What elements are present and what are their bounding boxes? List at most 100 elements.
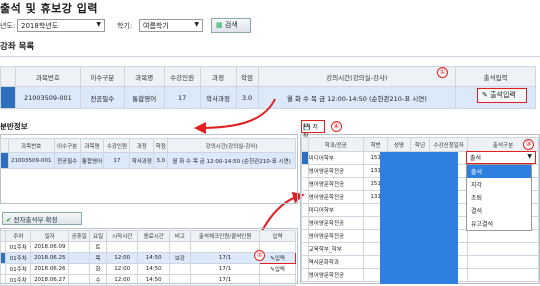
student-department: 교육학부_학부 — [307, 242, 365, 256]
attendance-status-select[interactable]: 출석 ▼ — [466, 151, 536, 164]
masked-student-info — [380, 152, 458, 284]
class-program: 학사과정 — [129, 152, 155, 169]
student-department: 영어영문학전공 — [307, 177, 365, 191]
session-day: 화 — [89, 263, 107, 275]
student-department: 영어영문학전공 — [307, 229, 365, 243]
attendance-status-cell[interactable] — [467, 229, 539, 243]
col-header: 강의시간(강의실-강사) — [167, 138, 296, 153]
session-date: 2018.06.26 — [30, 263, 70, 275]
row-selector[interactable] — [301, 242, 309, 256]
attendance-status-cell[interactable] — [467, 268, 539, 282]
attendance-status-cell[interactable] — [467, 242, 539, 256]
col-header: 주차 — [5, 230, 32, 242]
row-selector[interactable] — [301, 151, 309, 165]
row-selector[interactable] — [301, 164, 309, 178]
table-row[interactable]: 01주차 2018.06.25 목 12:00 14:50 보강 17/1 ✎입력 — [0, 252, 296, 264]
confirm-attendance-label: 전자출석부 확정 — [13, 216, 58, 224]
row-selector[interactable] — [301, 255, 309, 269]
row-selector[interactable] — [301, 177, 309, 191]
session-start: 12:00 — [105, 263, 139, 275]
confirm-attendance-button[interactable]: ✔ 전자출석부 확정 — [2, 212, 82, 225]
col-header: 요일 — [89, 230, 107, 242]
attendance-status-cell[interactable] — [467, 255, 539, 269]
session-table: 주차 일자 공휴일 요일 시작시간 종료시간 비고 출석체크인원/결석인원 입력… — [0, 230, 296, 286]
session-note: 보강 — [168, 252, 191, 264]
table-row[interactable]: 01주차 2018.06.26 화 12:00 14:50 17/1 ✎입력 — [0, 263, 296, 275]
row-selector[interactable] — [301, 190, 309, 204]
dropdown-option[interactable]: 출석 — [467, 165, 531, 178]
row-selector[interactable] — [301, 203, 309, 217]
col-header: 입력 — [259, 230, 296, 242]
class-type: 전공필수 — [53, 152, 81, 169]
col-header: 일자 — [30, 230, 70, 242]
check-icon: ✔ — [6, 216, 12, 224]
chevron-down-icon: ▼ — [527, 153, 532, 160]
col-header: 과정 — [129, 138, 155, 153]
student-department: 미디어학부 — [307, 151, 365, 165]
session-date: 2018.06.25 — [30, 252, 70, 264]
class-credit: 3.0 — [153, 152, 169, 169]
student-department: 영어영문학전공 — [307, 216, 365, 230]
student-department: 영어영문학전공 — [307, 268, 365, 282]
session-week: 01주차 — [5, 241, 32, 253]
col-header: 학점 — [153, 138, 169, 153]
col-header: 수강인원 — [103, 138, 131, 153]
dropdown-option[interactable]: 결석 — [467, 204, 531, 217]
dropdown-option[interactable]: 조퇴 — [467, 191, 531, 204]
session-week: 01주차 — [5, 252, 32, 264]
save-icon: 💾 — [303, 124, 311, 131]
student-department: 영어영문학전공 — [307, 190, 365, 204]
session-holiday — [68, 241, 91, 253]
session-holiday — [68, 263, 91, 275]
col-header: 성명 — [387, 137, 411, 152]
col-header: 학과/전공 — [307, 137, 365, 152]
session-start — [105, 241, 139, 253]
class-time: 월 화 수 목 금 12:00-14:50 (순헌관210-표 시연) — [167, 152, 296, 169]
session-end: 14:50 — [137, 252, 170, 264]
input-button-label: 입력 — [274, 267, 285, 273]
input-button[interactable]: ✎입력 — [259, 252, 296, 264]
session-date: 2018.06.09 — [30, 241, 70, 253]
session-note — [168, 263, 191, 275]
student-department: 영어영문학전공 — [307, 164, 365, 178]
session-day: 목 — [89, 252, 107, 264]
annotation-4: ④ — [331, 121, 342, 132]
col-header: 시작시간 — [105, 230, 139, 242]
session-start: 12:00 — [105, 252, 139, 264]
col-header: 출석체크인원/결석인원 — [189, 230, 261, 242]
save-button[interactable]: 💾 저장 — [301, 120, 325, 140]
class-info-table: 과목번호 이수구분 과목명 수강인원 과정 학점 강의시간(강의실-강사) 21… — [0, 138, 296, 169]
table-row[interactable]: 21003509-001 전공필수 통합영어 17 학사과정 3.0 월 화 수… — [0, 152, 296, 169]
dropdown-option[interactable]: 유고결석 — [467, 217, 531, 230]
attendance-status-value: 출석 — [470, 155, 482, 162]
annotation-2: ② — [254, 250, 265, 261]
col-header: 이수구분 — [53, 138, 81, 153]
dropdown-option[interactable]: 지각 — [467, 178, 531, 191]
col-header: 비고 — [168, 230, 191, 242]
arrow-1 — [194, 98, 276, 134]
row-selector[interactable] — [0, 152, 9, 169]
session-note — [168, 241, 191, 253]
row-selector[interactable] — [301, 268, 309, 282]
col-header: 공휴일 — [68, 230, 91, 242]
col-header: 종료시간 — [137, 230, 170, 242]
row-selector[interactable] — [301, 216, 309, 230]
class-code: 21003509-001 — [7, 152, 55, 169]
student-department: 미디어학부 — [307, 203, 365, 217]
class-name: 통합영어 — [79, 152, 105, 169]
table-row[interactable]: 01주차 2018.06.09 토 — [0, 241, 296, 253]
annotation-3: ③ — [523, 139, 534, 150]
row-selector[interactable] — [301, 229, 309, 243]
session-week: 01주차 — [5, 263, 32, 275]
class-count: 17 — [103, 152, 131, 169]
session-count — [189, 241, 261, 253]
col-header: 과목명 — [79, 138, 105, 153]
input-button[interactable]: ✎입력 — [259, 263, 296, 275]
input-button-label: 입력 — [274, 256, 285, 262]
session-holiday — [68, 252, 91, 264]
attendance-status-dropdown[interactable]: 출석 지각 조퇴 결석 유고결석 — [466, 164, 532, 231]
session-input[interactable] — [259, 241, 296, 253]
session-end: 14:50 — [137, 263, 170, 275]
session-day: 토 — [89, 241, 107, 253]
col-header: 수강신청일자 — [429, 137, 469, 152]
